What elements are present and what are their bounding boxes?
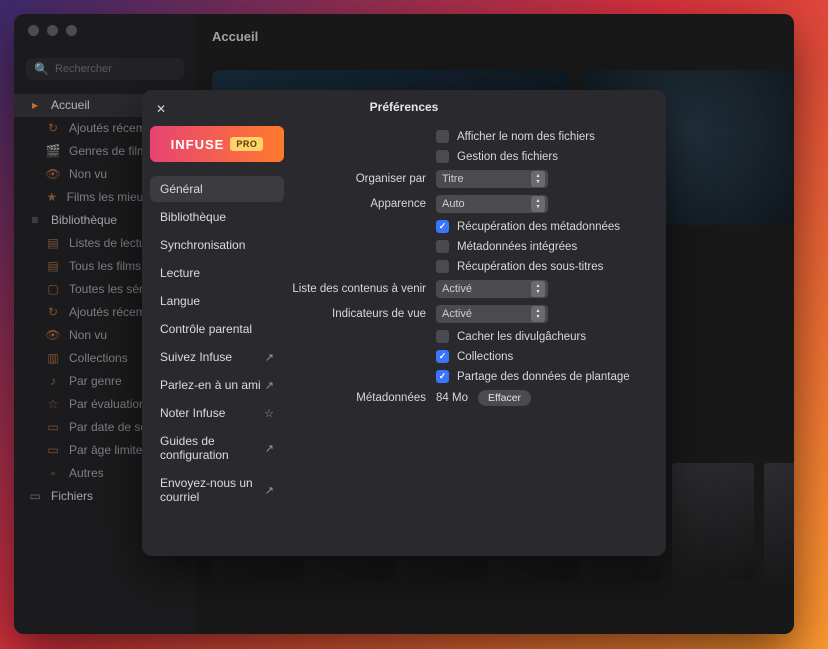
prefs-nav-label: Bibliothèque — [160, 210, 226, 224]
checkbox-show-filenames[interactable] — [436, 130, 449, 143]
checkbox-embedded-meta[interactable] — [436, 240, 449, 253]
prefs-nav-item[interactable]: Suivez Infuse ↗ — [150, 344, 284, 370]
select-upcoming[interactable]: Activé▴▾ — [436, 280, 548, 298]
prefs-nav-item[interactable]: Envoyez-nous un courriel↗ — [150, 470, 284, 510]
label-crash-share: Partage des données de plantage — [457, 371, 630, 383]
traffic-light-close[interactable] — [28, 25, 39, 36]
label-collections: Collections — [457, 351, 513, 363]
prefs-nav: INFUSE PRO Général Bibliothèque Synchronis… — [142, 90, 292, 556]
metadata-size: 84 Mo — [436, 392, 468, 404]
select-appearance[interactable]: Auto▴▾ — [436, 195, 548, 213]
brand-name: INFUSE — [171, 137, 225, 152]
prefs-nav-item[interactable]: Lecture — [150, 260, 284, 286]
prefs-nav-label: Suivez Infuse — [160, 350, 232, 364]
prefs-nav-item[interactable]: Noter Infuse ☆ — [150, 400, 284, 426]
app-window: 🔍 ▸Accueil↻Ajoutés récemment🎬Genres de f… — [14, 14, 794, 634]
prefs-nav-label: Envoyez-nous un courriel — [160, 476, 265, 504]
prefs-form: Afficher le nom des fichiers Gestion des… — [292, 90, 666, 556]
label-upcoming: Liste des contenus à venir — [292, 283, 436, 295]
label-embedded-meta: Métadonnées intégrées — [457, 241, 577, 253]
prefs-nav-item[interactable]: Langue — [150, 288, 284, 314]
prefs-nav-item[interactable]: Général — [150, 176, 284, 202]
label-metadata-fetch: Récupération des métadonnées — [457, 221, 620, 233]
prefs-nav-label: Noter Infuse — [160, 406, 225, 420]
traffic-lights — [28, 25, 77, 36]
prefs-nav-item[interactable]: Guides de configuration↗ — [150, 428, 284, 468]
checkbox-collections[interactable] — [436, 350, 449, 363]
prefs-nav-label: Lecture — [160, 266, 200, 280]
prefs-nav-item[interactable]: Contrôle parental — [150, 316, 284, 342]
prefs-nav-item[interactable]: Synchronisation — [150, 232, 284, 258]
external-link-icon: ↗ — [265, 351, 274, 364]
pro-badge: PRO — [230, 137, 263, 151]
prefs-nav-label: Synchronisation — [160, 238, 245, 252]
checkbox-crash-share[interactable] — [436, 370, 449, 383]
label-show-filenames: Afficher le nom des fichiers — [457, 131, 595, 143]
label-watched-indicators: Indicateurs de vue — [292, 308, 436, 320]
clear-metadata-button[interactable]: Effacer — [478, 390, 531, 406]
checkbox-hide-spoilers[interactable] — [436, 330, 449, 343]
preferences-modal: ✕ Préférences INFUSE PRO GénéralBiblioth… — [142, 90, 666, 556]
label-subtitle-fetch: Récupération des sous-titres — [457, 261, 603, 273]
label-hide-spoilers: Cacher les divulgâcheurs — [457, 331, 586, 343]
prefs-nav-label: Général — [160, 182, 203, 196]
modal-title: Préférences — [142, 100, 666, 114]
select-organise-by[interactable]: Titre▴▾ — [436, 170, 548, 188]
modal-backdrop: ✕ Préférences INFUSE PRO GénéralBiblioth… — [14, 14, 794, 634]
prefs-nav-label: Parlez-en à un ami — [160, 378, 261, 392]
label-organise-by: Organiser par — [292, 173, 436, 185]
external-link-icon: ↗ — [265, 484, 274, 497]
traffic-light-max[interactable] — [66, 25, 77, 36]
label-appearance: Apparence — [292, 198, 436, 210]
select-watched-indicators[interactable]: Activé▴▾ — [436, 305, 548, 323]
external-link-icon: ↗ — [265, 442, 274, 455]
external-link-icon: ↗ — [265, 379, 274, 392]
prefs-nav-label: Langue — [160, 294, 200, 308]
checkbox-subtitle-fetch[interactable] — [436, 260, 449, 273]
checkbox-metadata-fetch[interactable] — [436, 220, 449, 233]
checkbox-file-mgmt[interactable] — [436, 150, 449, 163]
prefs-nav-item[interactable]: Parlez-en à un ami ↗ — [150, 372, 284, 398]
star-icon: ☆ — [264, 407, 274, 420]
label-file-mgmt: Gestion des fichiers — [457, 151, 558, 163]
prefs-nav-item[interactable]: Bibliothèque — [150, 204, 284, 230]
chevron-updown-icon: ▴▾ — [531, 281, 545, 297]
chevron-updown-icon: ▴▾ — [531, 306, 545, 322]
chevron-updown-icon: ▴▾ — [531, 171, 545, 187]
prefs-nav-label: Contrôle parental — [160, 322, 252, 336]
label-metadata: Métadonnées — [292, 392, 436, 404]
brand-badge: INFUSE PRO — [150, 126, 284, 162]
chevron-updown-icon: ▴▾ — [531, 196, 545, 212]
traffic-light-min[interactable] — [47, 25, 58, 36]
prefs-nav-label: Guides de configuration — [160, 434, 265, 462]
